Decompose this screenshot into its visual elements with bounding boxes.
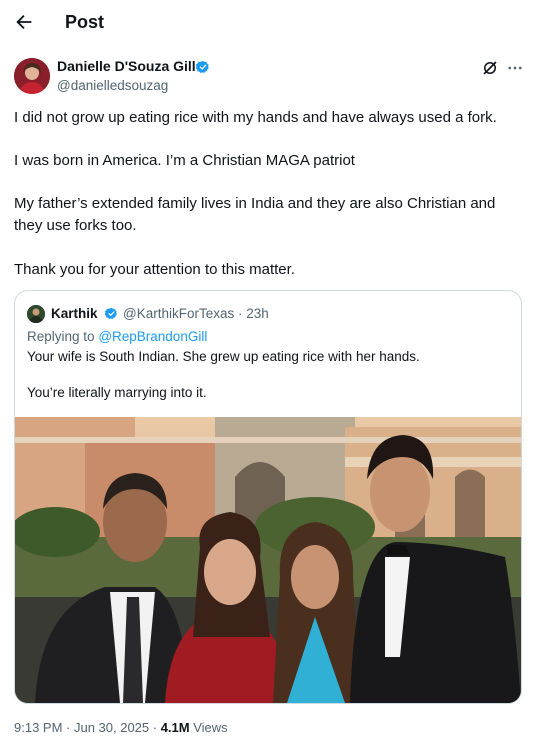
back-arrow-icon[interactable] xyxy=(13,11,35,33)
more-options-icon[interactable] xyxy=(506,59,524,77)
author-avatar[interactable] xyxy=(14,58,50,94)
quoted-author-handle: @KarthikForTexas · 23h xyxy=(123,306,269,321)
quoted-photo[interactable] xyxy=(15,417,521,703)
replying-prefix: Replying to xyxy=(27,329,95,344)
author-name[interactable]: Danielle D'Souza Gill xyxy=(57,58,196,74)
author-handle[interactable]: @danielledsouzag xyxy=(57,78,168,93)
verified-badge-icon xyxy=(105,307,117,320)
verified-badge-icon xyxy=(196,60,209,74)
post-paragraph: I did not grow up eating rice with my ha… xyxy=(14,109,497,126)
post-paragraph: I was born in America. I’m a Christian M… xyxy=(14,152,355,169)
grok-icon[interactable] xyxy=(481,59,499,77)
quoted-post[interactable]: Karthik @KarthikForTexas · 23h Replying … xyxy=(14,290,522,704)
views-label: Views xyxy=(189,720,228,735)
top-bar: Post xyxy=(0,0,538,46)
post-timestamp[interactable]: 9:13 PM · Jun 30, 2025 · xyxy=(14,720,161,735)
quoted-text: You’re literally marrying into it. xyxy=(27,385,207,400)
page-title: Post xyxy=(65,12,105,32)
post-paragraph: Thank you for your attention to this mat… xyxy=(14,261,295,278)
replying-to: Replying to @RepBrandonGill xyxy=(27,329,207,344)
replying-handle-link[interactable]: @RepBrandonGill xyxy=(98,329,207,344)
quoted-author-name: Karthik xyxy=(51,306,98,321)
quoted-text: Your wife is South Indian. She grew up e… xyxy=(27,349,420,364)
post-paragraph: My father’s extended family lives in Ind… xyxy=(14,195,496,234)
views-count: 4.1M xyxy=(160,720,190,735)
quoted-author-avatar xyxy=(27,305,45,323)
post-meta: 9:13 PM · Jun 30, 2025 · 4.1M Views xyxy=(14,720,228,735)
